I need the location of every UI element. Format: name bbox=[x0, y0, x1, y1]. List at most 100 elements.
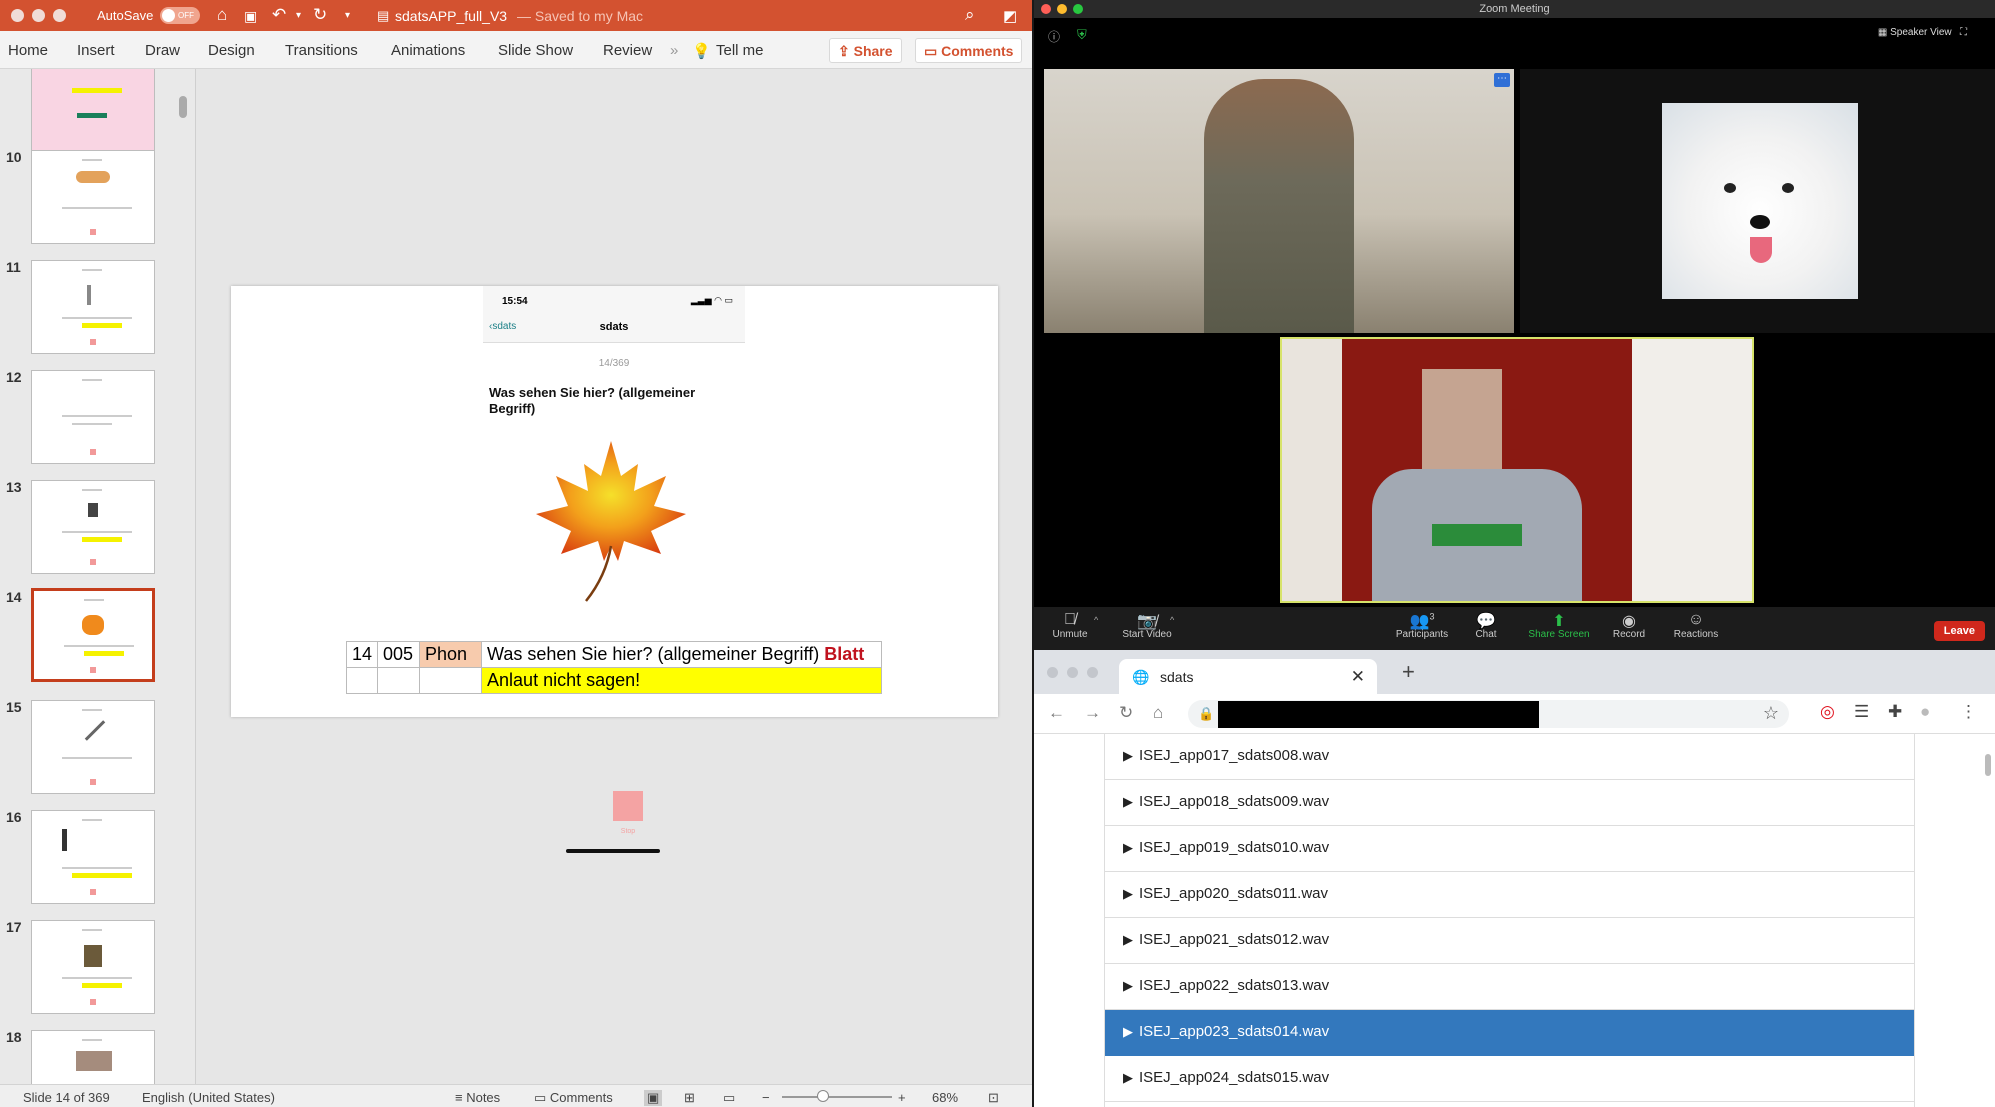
zoom-out-icon[interactable]: − bbox=[762, 1090, 770, 1105]
slide-thumbnail-18[interactable] bbox=[31, 1030, 155, 1084]
chrome-maximize-button[interactable] bbox=[1087, 667, 1098, 678]
audio-options-icon[interactable]: ^ bbox=[1094, 615, 1098, 625]
slide-thumbnail-15[interactable] bbox=[31, 700, 155, 794]
opera-extension-icon[interactable]: ◎ bbox=[1820, 702, 1835, 722]
chrome-menu-icon[interactable]: ⋮ bbox=[1960, 702, 1977, 722]
minimize-window-button[interactable] bbox=[32, 9, 45, 22]
reactions-button[interactable]: ☺ Reactions bbox=[1668, 611, 1724, 640]
list-item[interactable]: ▶ ISEJ_app018_sdats009.wav bbox=[1105, 780, 1914, 826]
reload-icon[interactable]: ↻ bbox=[1119, 703, 1133, 723]
list-item[interactable]: ▶ ISEJ_app019_sdats010.wav bbox=[1105, 826, 1914, 872]
slide-thumbnail-17[interactable] bbox=[31, 920, 155, 1014]
more-tabs-icon[interactable]: » bbox=[670, 42, 678, 59]
tab-home[interactable]: Home bbox=[8, 42, 48, 59]
status-comments-button[interactable]: ▭ Comments bbox=[534, 1090, 613, 1106]
profile-avatar-icon[interactable]: ● bbox=[1920, 702, 1930, 722]
participant-video-2[interactable] bbox=[1520, 69, 1995, 333]
undo-icon[interactable]: ↶ bbox=[272, 5, 286, 25]
tab-transitions[interactable]: Transitions bbox=[285, 42, 358, 59]
row-code: 005 bbox=[377, 641, 421, 668]
slide-thumbnail-9[interactable] bbox=[31, 69, 155, 151]
list-extension-icon[interactable]: ☰ bbox=[1854, 702, 1869, 722]
chrome-minimize-button[interactable] bbox=[1067, 667, 1078, 678]
slide-thumbnail-10[interactable] bbox=[31, 150, 155, 244]
zoom-in-icon[interactable]: + bbox=[898, 1090, 906, 1105]
save-icon[interactable]: ▣ bbox=[244, 8, 257, 25]
thumbnail-number: 13 bbox=[6, 479, 22, 495]
chrome-close-button[interactable] bbox=[1047, 667, 1058, 678]
leave-button[interactable]: Leave bbox=[1933, 621, 1985, 641]
home-icon[interactable]: ⌂ bbox=[217, 5, 227, 25]
video-options-icon[interactable]: ^ bbox=[1170, 615, 1174, 625]
comments-button[interactable]: ▭ Comments bbox=[915, 38, 1023, 63]
phone-on-desk bbox=[1432, 524, 1522, 546]
tab-slide-show[interactable]: Slide Show bbox=[498, 42, 573, 59]
slide-thumbnail-16[interactable] bbox=[31, 810, 155, 904]
undo-dropdown-icon[interactable]: ▾ bbox=[296, 10, 301, 21]
shield-icon[interactable]: ⛨ bbox=[1077, 27, 1087, 43]
zoom-level[interactable]: 68% bbox=[932, 1090, 958, 1105]
share-button[interactable]: ⇪ Share bbox=[829, 38, 902, 63]
extensions-puzzle-icon[interactable]: ✚ bbox=[1888, 702, 1902, 722]
fit-slide-icon[interactable]: ⊡ bbox=[988, 1090, 999, 1106]
tab-review[interactable]: Review bbox=[603, 42, 652, 59]
slide-thumbnail-13[interactable] bbox=[31, 480, 155, 574]
search-icon[interactable]: ⌕ bbox=[965, 5, 975, 25]
browser-tab[interactable]: 🌐 sdats ✕ bbox=[1119, 659, 1377, 694]
current-slide[interactable]: 15:54 ▂▃▅ ◠ ▭ sdats ‹sdats 14/369 Was se… bbox=[231, 286, 998, 853]
info-icon[interactable]: ⓘ bbox=[1048, 28, 1060, 45]
tab-draw[interactable]: Draw bbox=[145, 42, 180, 59]
empty-cell bbox=[345, 667, 379, 694]
tab-animations[interactable]: Animations bbox=[391, 42, 465, 59]
audio-file-list: ▶ ISEJ_app017_sdats008.wav ▶ ISEJ_app018_s… bbox=[1104, 734, 1915, 1107]
tab-insert[interactable]: Insert bbox=[77, 42, 115, 59]
list-item[interactable]: ▶ ISEJ_app024_sdats015.wav bbox=[1105, 1056, 1914, 1102]
forward-icon[interactable]: → bbox=[1084, 703, 1101, 723]
zoom-slider-handle[interactable] bbox=[817, 1090, 829, 1102]
home-icon[interactable]: ⌂ bbox=[1153, 703, 1163, 723]
speaker-view-button[interactable]: ▦ Speaker View ⛶ bbox=[1878, 27, 1967, 38]
thumbnail-number: 12 bbox=[6, 369, 22, 385]
share-screen-button[interactable]: ⬆ Share Screen bbox=[1524, 611, 1594, 640]
participant-video-1[interactable]: ⋯ bbox=[1044, 69, 1514, 333]
thumbnail-scrollbar[interactable] bbox=[179, 96, 187, 118]
close-tab-icon[interactable]: ✕ bbox=[1351, 667, 1365, 687]
slide-thumbnail-14-selected[interactable] bbox=[31, 588, 155, 682]
dog-avatar-image bbox=[1662, 103, 1858, 299]
page-scrollbar[interactable] bbox=[1985, 754, 1991, 776]
normal-view-icon[interactable]: ▣ bbox=[644, 1090, 663, 1106]
muted-mic-icon: 🎙̸ bbox=[1064, 611, 1076, 628]
bookmark-star-icon[interactable]: ☆ bbox=[1763, 703, 1779, 724]
active-speaker-video[interactable] bbox=[1280, 337, 1754, 603]
maximize-window-button[interactable] bbox=[53, 9, 66, 22]
list-item-selected[interactable]: ▶ ISEJ_app023_sdats014.wav bbox=[1105, 1010, 1914, 1056]
more-options-icon[interactable]: ⋯ bbox=[1494, 73, 1510, 87]
slide-sorter-icon[interactable]: ⊞ bbox=[684, 1090, 695, 1106]
new-tab-icon[interactable]: + bbox=[1402, 659, 1415, 685]
autosave-toggle[interactable]: OFF bbox=[160, 7, 200, 24]
address-bar[interactable]: 🔒 ☆ bbox=[1188, 700, 1789, 728]
slide-thumbnail-11[interactable] bbox=[31, 260, 155, 354]
slide-position: Slide 14 of 369 bbox=[23, 1090, 110, 1105]
customize-toolbar-icon[interactable]: ▾ bbox=[345, 10, 350, 21]
list-item[interactable]: ▶ ISEJ_app020_sdats011.wav bbox=[1105, 872, 1914, 918]
unmute-button[interactable]: 🎙̸ Unmute bbox=[1048, 611, 1092, 640]
slide-thumbnail-12[interactable] bbox=[31, 370, 155, 464]
list-item[interactable]: ▶ ISEJ_app021_sdats012.wav bbox=[1105, 918, 1914, 964]
tell-me-search[interactable]: Tell me bbox=[716, 42, 764, 59]
presenter-view-icon[interactable]: ▭ bbox=[723, 1090, 735, 1106]
list-item[interactable]: ▶ ISEJ_app022_sdats013.wav bbox=[1105, 964, 1914, 1010]
account-icon[interactable]: ◩ bbox=[1003, 7, 1017, 25]
chat-button[interactable]: 💬 Chat bbox=[1466, 611, 1506, 640]
record-button[interactable]: ◉ Record bbox=[1604, 611, 1654, 640]
language-status[interactable]: English (United States) bbox=[142, 1090, 275, 1105]
list-item[interactable]: ▶ ISEJ_app017_sdats008.wav bbox=[1105, 734, 1914, 780]
back-icon[interactable]: ← bbox=[1048, 703, 1065, 723]
redo-icon[interactable]: ↻ bbox=[313, 5, 327, 25]
thumbnail-number: 18 bbox=[6, 1029, 22, 1045]
zoom-slider[interactable] bbox=[782, 1096, 892, 1098]
participants-button[interactable]: 👥3 Participants bbox=[1387, 611, 1457, 640]
tab-design[interactable]: Design bbox=[208, 42, 255, 59]
notes-button[interactable]: ≡ Notes bbox=[455, 1090, 500, 1105]
close-window-button[interactable] bbox=[11, 9, 24, 22]
